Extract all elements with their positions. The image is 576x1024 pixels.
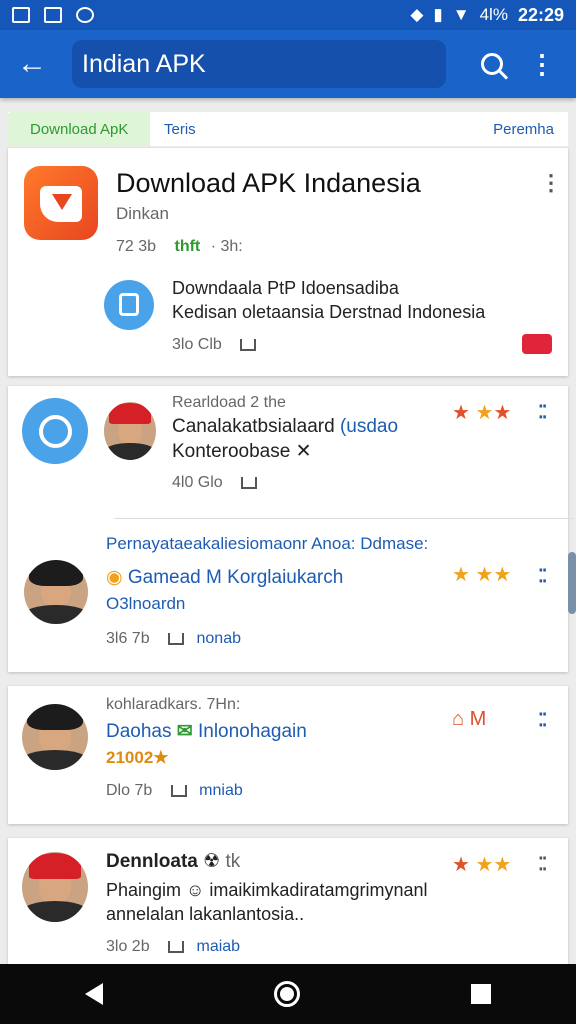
search-input[interactable]: Indian APK	[72, 40, 446, 88]
post1-meta: 4l0 Glo	[172, 474, 223, 491]
emoji-icon: ◉	[106, 567, 123, 588]
post2-name2[interactable]: Korglaiukarch	[227, 567, 343, 588]
rating-stars: ⌂ M	[452, 708, 487, 730]
post3-action[interactable]: mniab	[199, 782, 243, 799]
app-bar: ← Indian APK ⋮	[0, 30, 576, 98]
tab-bar: Download ApK Teris Peremha	[8, 112, 568, 146]
tab-peremha[interactable]: Peremha	[493, 121, 554, 138]
featured-line2: Kedisan oletaansia Derstnad Indonesia	[172, 302, 486, 322]
post3-meta: Dlo 7b	[106, 782, 153, 799]
post4-line2: annelalan lakanlantosia..	[106, 904, 305, 924]
avatar[interactable]	[24, 560, 88, 624]
share-icon[interactable]	[168, 940, 185, 953]
rating-stars: ★ ★★	[452, 854, 512, 876]
nav-back-icon[interactable]	[85, 983, 104, 1005]
tab-download-apk[interactable]: Download ApK	[8, 112, 150, 146]
rating-stars: ★ ★★	[452, 564, 512, 586]
post-card-3[interactable]: kohlaradkars. 7Hn: Daohas ✉ Inlonohagain…	[8, 686, 568, 824]
share-icon[interactable]	[241, 476, 258, 489]
post1-line1a: Canalakatbsialaard	[172, 416, 335, 437]
vpn-icon: ◆	[410, 5, 424, 24]
tab-teris[interactable]: Teris	[164, 121, 196, 138]
post2-action[interactable]: nonab	[197, 630, 242, 647]
post3-score: 21002★	[106, 748, 169, 767]
badge-icon[interactable]	[522, 334, 552, 354]
post1-line1b[interactable]: (usdao	[340, 416, 398, 437]
navigation-bar	[0, 964, 576, 1024]
avatar[interactable]	[22, 704, 88, 770]
search-icon[interactable]	[470, 42, 514, 86]
post4-action[interactable]: maiab	[197, 938, 241, 955]
grid-menu-icon[interactable]: ⁚⁚	[538, 854, 548, 875]
grid-menu-icon[interactable]: ⁚⁚	[538, 566, 548, 587]
mail-icon: ✉	[176, 721, 193, 742]
radiation-icon: ☢	[203, 851, 221, 872]
share-icon[interactable]	[168, 632, 185, 645]
featured-title[interactable]: Download APK Indanesia	[116, 168, 421, 199]
status-bar: ◆ ▮ ▼ 4l% 22:29	[0, 0, 576, 30]
nav-recents-icon[interactable]	[470, 984, 491, 1004]
post4-meta: 3lo 2b	[106, 938, 150, 955]
post-card-1[interactable]: Rearldoad 2 the Canalakatbsialaard (usda…	[8, 386, 574, 672]
chat-app-icon	[22, 398, 88, 464]
featured-extra: · 3h:	[210, 238, 243, 255]
avatar[interactable]	[22, 852, 88, 922]
post3-name2[interactable]: Inlonohagain	[198, 721, 307, 742]
post3-name[interactable]: Daohas	[106, 721, 172, 742]
grid-menu-icon[interactable]: ⁚⁚	[538, 402, 548, 423]
post4-name[interactable]: Dennloata	[106, 851, 198, 872]
post1-line2: Konteroobase ✕	[172, 441, 312, 462]
signal-text: 4l%	[479, 5, 508, 24]
post2-sub: O3lnoardn	[106, 594, 186, 613]
more-options-icon[interactable]: ⋮	[540, 170, 562, 196]
share-icon[interactable]	[170, 784, 187, 797]
post2-name[interactable]: Gamead M	[128, 567, 222, 588]
grid-menu-icon[interactable]: ⁚⁚	[538, 710, 548, 731]
featured-tag: thft	[174, 238, 201, 255]
share-icon[interactable]	[240, 338, 257, 351]
post4-line1: Phaingim ☺ imaikimkadiratamgrimynanl	[106, 880, 428, 900]
post-card-4[interactable]: Dennloata ☢ tk Phaingim ☺ imaikimkadirat…	[8, 838, 568, 964]
app-logo-icon[interactable]	[24, 166, 98, 240]
featured-line1: Downdaala PtP Idoensadiba	[172, 278, 399, 298]
image-notification-icon	[12, 7, 30, 23]
featured-card[interactable]: Download APK Indanesia ⋮ Dinkan 72 3b th…	[8, 148, 568, 376]
nav-home-icon[interactable]	[273, 981, 300, 1007]
document-icon	[104, 280, 154, 330]
more-vert-icon[interactable]: ⋮	[520, 42, 564, 86]
post4-name-tail: tk	[225, 851, 241, 872]
divider	[114, 518, 574, 519]
featured-subtitle: Dinkan	[116, 204, 169, 223]
back-arrow-icon[interactable]: ←	[12, 44, 52, 84]
post3-head: kohlaradkars. 7Hn:	[106, 696, 241, 713]
featured-meta: 3lo Clb	[172, 336, 222, 353]
calendar-notification-icon	[44, 7, 62, 23]
post2-head: Pernayataeakaliesiomaonr Anoa: Ddmase:	[106, 534, 429, 553]
post1-head: Rearldoad 2 the	[172, 394, 286, 411]
wifi-icon: ▼	[452, 5, 470, 24]
scrollbar[interactable]	[568, 552, 576, 614]
clock: 22:29	[517, 4, 564, 25]
sync-notification-icon	[76, 7, 94, 23]
avatar[interactable]	[104, 402, 156, 460]
rating-stars: ★ ★★	[452, 402, 512, 424]
post2-meta: 3l6 7b	[106, 630, 150, 647]
featured-size: 72 3b	[116, 238, 157, 255]
network-icon: ▮	[433, 5, 443, 24]
